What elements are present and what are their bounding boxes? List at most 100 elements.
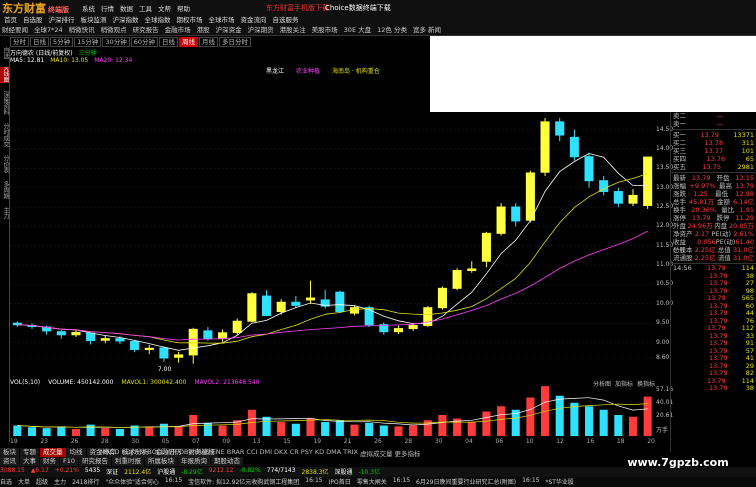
candle-body[interactable] [452,270,462,289]
candle-body[interactable] [56,331,66,336]
nav-item-1[interactable]: 自选股 [21,14,45,24]
toolbar-item-8[interactable]: 沪深期货 [246,24,276,34]
indicator-5[interactable]: OBV [179,448,193,458]
nav-item-7[interactable]: 全球市场 [207,14,237,24]
info-tab-8[interactable]: 期股动态 [211,457,244,466]
promo-link-right[interactable]: Choice数据终端下载 [325,3,391,13]
toolbar-item-3[interactable]: 稍微观点 [99,24,129,34]
candle-body[interactable] [247,293,257,322]
kline-chart[interactable]: 7.00 [10,110,655,400]
indicator-15[interactable]: DMA [326,448,341,458]
nav-item-0[interactable]: 首页 [2,14,19,24]
period-tab-5[interactable]: 60分钟 [130,37,158,47]
tag-industry[interactable]: 农业种植 [296,66,320,75]
info-tab-6[interactable]: 所属板块 [145,457,178,466]
period-tab-1[interactable]: 日线 [30,37,49,47]
indicator-18[interactable]: 更多指标 [395,448,421,458]
candle-body[interactable] [569,136,579,158]
toolbar-item-2[interactable]: 稍微快讯 [67,24,97,34]
candle-body[interactable] [276,301,286,313]
toolbar-item-11[interactable]: 30E 大盘 [342,24,373,34]
candle-body[interactable] [218,332,228,340]
indicator-14[interactable]: KD [315,448,324,458]
menu-item-0[interactable]: 系统 [80,3,97,13]
nav-item-2[interactable]: 沪深排行 [47,14,77,24]
indicator-7[interactable]: ENE [212,448,225,458]
news-item[interactable]: 主力 [54,477,66,487]
period-tab-3[interactable]: 15分钟 [74,37,102,47]
nav-item-4[interactable]: 沪深指数 [111,14,141,24]
candle-body[interactable] [437,287,447,309]
bottom-tab-3[interactable]: 均线 [66,448,86,457]
toolbar-item-5[interactable]: 金融市场 [163,24,193,34]
indicator-17[interactable]: 虚拟成交量 [360,448,393,458]
indicator-8[interactable]: BRAR [227,448,245,458]
toolbar-item-10[interactable]: 美股市场 [310,24,340,34]
nav-item-9[interactable]: 自选服务 [271,14,301,24]
menu-item-3[interactable]: 工具 [137,3,154,13]
news-item[interactable]: 16:15 [305,477,322,487]
candle-body[interactable] [613,191,623,204]
left-nav-item-1[interactable]: K线图 [0,67,10,83]
nav-item-6[interactable]: 期权市场 [175,14,205,24]
candle-body[interactable] [86,332,96,342]
news-item[interactable]: 6月29日晚间重要行业研究汇总(附图) [416,477,516,487]
news-item[interactable]: "众众体验"适合何心 [105,477,159,487]
toolbar-item-9[interactable]: 港股关注 [278,24,308,34]
candle-body[interactable] [496,206,506,234]
news-item[interactable]: 16:15 [393,477,410,487]
info-tab-5[interactable]: 利重时报 [112,457,145,466]
indicator-6[interactable]: BIAS [195,448,210,458]
candle-body[interactable] [408,324,418,330]
menu-item-5[interactable]: 帮助 [175,3,192,13]
nav-item-5[interactable]: 全球指数 [143,14,173,24]
menu-item-1[interactable]: 行情 [99,3,116,13]
candle-body[interactable] [628,194,638,204]
candle-body[interactable] [599,180,609,193]
toolbar-item-13[interactable]: 宽多 新闻 [411,24,443,34]
indicator-10[interactable]: DMI [259,448,272,458]
bottom-tab-2[interactable]: 成交量 [40,448,66,457]
nav-item-3[interactable]: 板块监测 [79,14,109,24]
indicator-4[interactable]: WR [166,448,177,458]
candle-body[interactable] [584,156,594,182]
period-tab-0[interactable]: 分时 [10,37,29,47]
candle-body[interactable] [525,172,535,221]
toolbar-item-4[interactable]: 研究报告 [131,24,161,34]
candle-body[interactable] [174,354,184,358]
candle-body[interactable] [335,291,345,313]
indicator-13[interactable]: PSY [301,448,313,458]
news-item[interactable]: *ST华业股 [545,477,573,487]
candle-body[interactable] [71,331,81,336]
news-item[interactable]: 大单 [18,477,30,487]
candle-body[interactable] [188,328,198,356]
left-nav-item-0[interactable]: 自选 [0,47,10,59]
menu-item-2[interactable]: 数据 [118,3,135,13]
indicator-12[interactable]: CR [290,448,299,458]
candle-body[interactable] [232,320,242,333]
candle-body[interactable] [481,232,491,262]
candle-body[interactable] [511,206,521,222]
news-item[interactable]: 零售大闸关 [357,477,387,487]
info-tab-3[interactable]: F10 [60,457,79,466]
news-item[interactable]: 16:15 [522,477,539,487]
period-tab-9[interactable]: 多日分时 [218,37,251,47]
period-tab-6[interactable]: 日线 [158,37,178,47]
toolbar-item-7[interactable]: 沪深资金 [214,24,244,34]
news-item[interactable]: 16:15 [165,477,182,487]
candle-body[interactable] [144,347,154,350]
left-nav-item-3[interactable]: 分时成交 [0,123,10,147]
promo-link-left[interactable]: 东方财富手机版下载 [266,3,329,13]
bottom-tab-1[interactable]: 专题 [20,448,39,457]
candle-body[interactable] [364,307,374,326]
period-tab-8[interactable]: 月线 [198,37,218,47]
indicator-16[interactable]: TRIX [343,448,358,458]
left-nav-item-6[interactable]: 主力 [0,207,10,219]
candle-body[interactable] [100,338,110,341]
nav-item-8[interactable]: 资金流向 [239,14,269,24]
candle-body[interactable] [467,268,477,272]
period-tab-2[interactable]: 5分钟 [50,37,74,47]
info-tab-4[interactable]: 研究报告 [79,457,112,466]
indicator-0[interactable]: MACD [100,448,119,458]
volume-chart[interactable] [10,380,655,438]
